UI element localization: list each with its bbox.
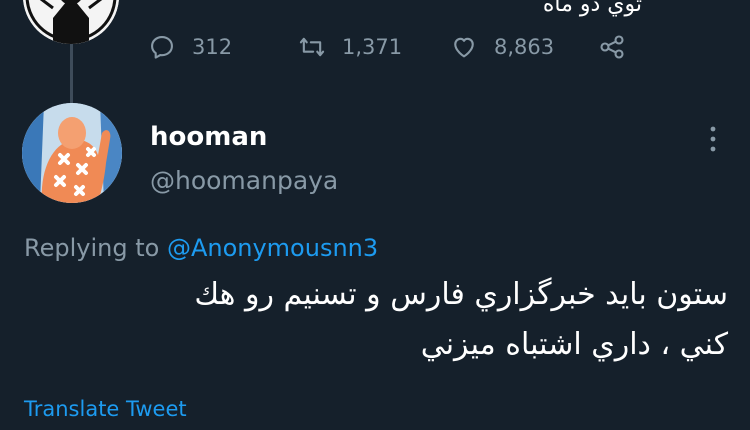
like-icon [454, 37, 474, 58]
tweet-text: ستون بايد خبرگزاري فارس و تسنيم رو هك كن… [28, 270, 728, 370]
translate-tweet-link[interactable]: Translate Tweet [24, 397, 187, 421]
like-count: 8,863 [494, 35, 555, 59]
reply-count: 312 [192, 35, 233, 59]
anonymous-logo-icon [23, 0, 119, 44]
parent-avatar[interactable] [23, 0, 119, 44]
replying-to-line: Replying to @Anonymousnn3 [24, 234, 378, 262]
share-icon [600, 35, 624, 59]
replying-to-label: Replying to [24, 234, 160, 262]
avatar[interactable] [22, 103, 122, 203]
retweet-button[interactable]: 1,371 [298, 30, 402, 64]
more-vertical-icon [710, 126, 716, 152]
display-name[interactable]: hooman [150, 122, 267, 152]
hooman-avatar-icon [22, 103, 122, 203]
reply-button[interactable]: 312 [148, 30, 232, 64]
share-button[interactable] [598, 30, 642, 64]
more-options-button[interactable] [703, 122, 723, 156]
retweet-count: 1,371 [342, 35, 403, 59]
mention-link[interactable]: @Anonymousnn3 [167, 234, 378, 262]
user-handle[interactable]: @hoomanpaya [150, 166, 338, 195]
like-button[interactable]: 8,863 [450, 30, 554, 64]
retweet-icon [299, 37, 325, 57]
tweet-text-line: كني ، داري اشتباه ميزني [420, 327, 728, 362]
tweet-text-line: ستون بايد خبرگزاري فارس و تسنيم رو هك [194, 277, 728, 312]
parent-tweet-text-fragment: توي دو ماه [542, 0, 642, 17]
reply-icon [151, 36, 173, 59]
